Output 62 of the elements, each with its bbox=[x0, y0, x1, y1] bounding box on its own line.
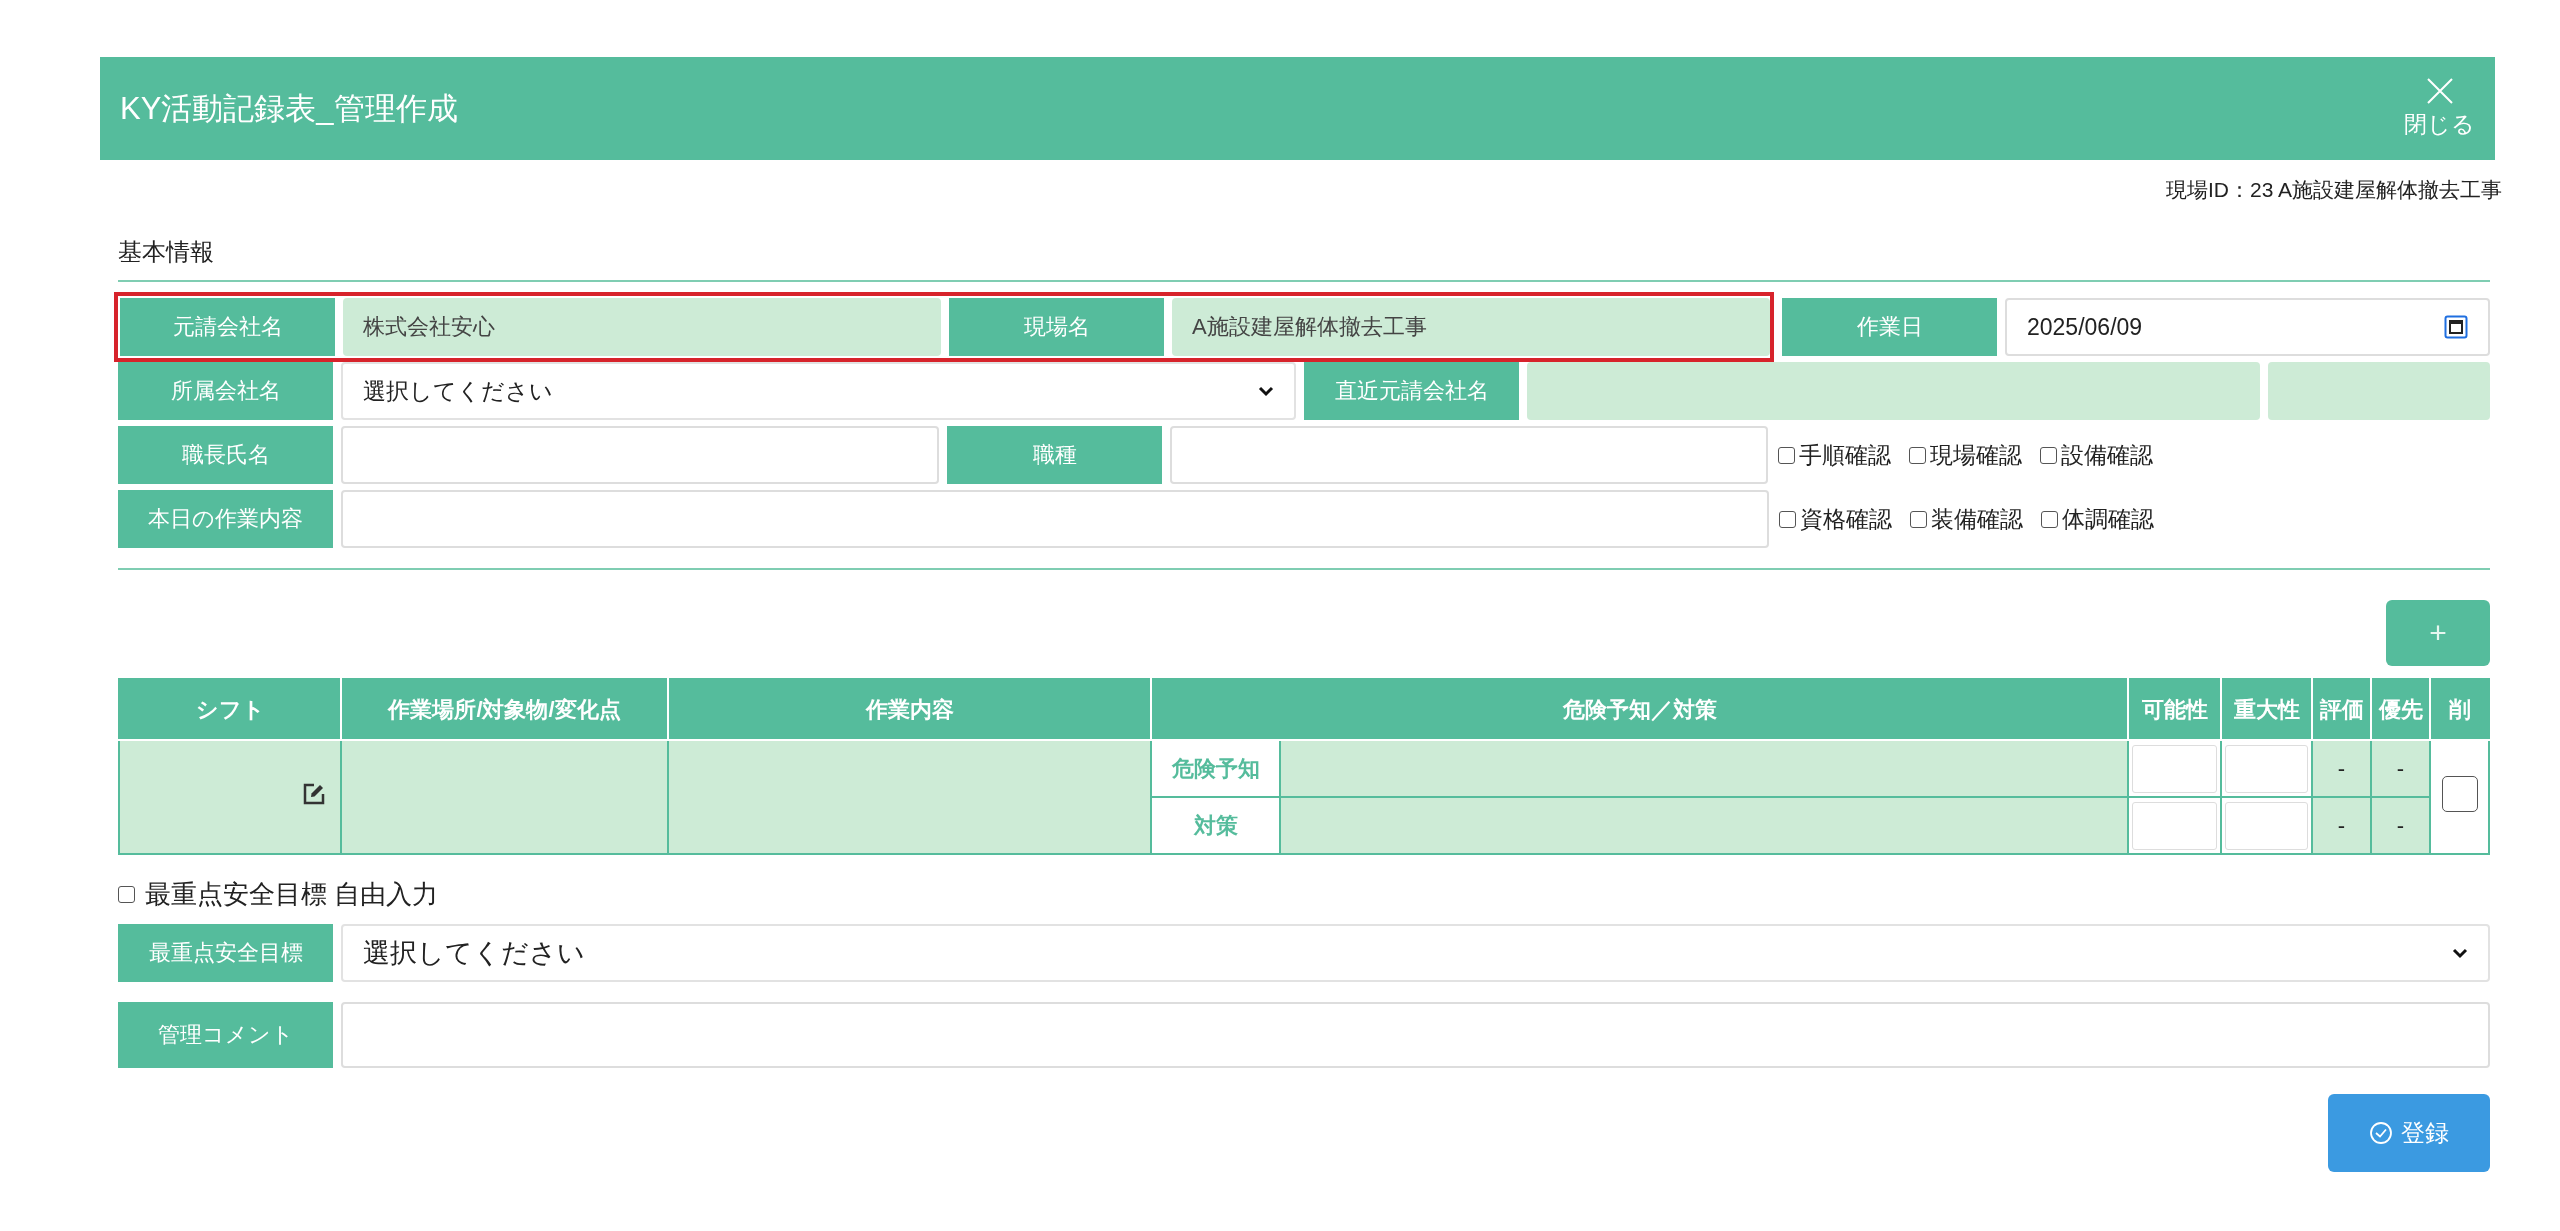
text-field[interactable] bbox=[1170, 426, 1768, 484]
column-header: 危険予知／対策 bbox=[1151, 679, 2128, 740]
field-label: 元請会社名 bbox=[120, 298, 335, 356]
column-header: 削 bbox=[2430, 679, 2489, 740]
input-field[interactable] bbox=[2132, 744, 2217, 793]
column-header: 優先 bbox=[2371, 679, 2430, 740]
check-circle-icon bbox=[2369, 1121, 2393, 1145]
column-header: 作業内容 bbox=[668, 679, 1151, 740]
checkbox-label: 装備確認 bbox=[1931, 504, 2023, 534]
checkbox-label: 現場確認 bbox=[1930, 440, 2022, 470]
column-header: 作業場所/対象物/変化点 bbox=[341, 679, 668, 740]
close-icon bbox=[2425, 77, 2454, 105]
field-label: 管理コメント bbox=[118, 1002, 333, 1068]
input-field[interactable] bbox=[2225, 801, 2308, 850]
checkbox[interactable] bbox=[118, 886, 135, 903]
evaluation-value: - bbox=[2337, 812, 2346, 838]
field-label: 直近元請会社名 bbox=[1304, 362, 1519, 420]
checkbox-label: 最重点安全目標 自由入力 bbox=[145, 878, 439, 911]
checkbox-label: 設備確認 bbox=[2061, 440, 2153, 470]
edit-icon[interactable] bbox=[302, 782, 326, 806]
column-header: 可能性 bbox=[2128, 679, 2221, 740]
checkbox[interactable] bbox=[1910, 510, 1927, 528]
checkbox-label: 手順確認 bbox=[1799, 440, 1891, 470]
field-label: 作業日 bbox=[1782, 298, 1997, 356]
field-label: 職種 bbox=[947, 426, 1162, 484]
readonly-field: 株式会社安心 bbox=[343, 298, 941, 356]
checkbox[interactable] bbox=[1779, 510, 1796, 528]
checkbox[interactable] bbox=[1909, 446, 1926, 464]
priority-value: - bbox=[2396, 812, 2405, 838]
checkbox[interactable] bbox=[2040, 446, 2057, 464]
select-field[interactable]: 選択してください bbox=[341, 362, 1296, 420]
chevron-down-icon bbox=[2452, 947, 2468, 959]
row-label: 対策 bbox=[1151, 797, 1280, 854]
text-field[interactable] bbox=[341, 426, 939, 484]
input-field[interactable] bbox=[2225, 744, 2308, 793]
readonly-field: A施設建屋解体撤去工事 bbox=[1172, 298, 1770, 356]
select-field[interactable]: 選択してください bbox=[341, 924, 2490, 982]
column-header: 評価 bbox=[2312, 679, 2371, 740]
calendar-icon bbox=[2444, 315, 2468, 339]
section-title: 基本情報 bbox=[118, 237, 215, 267]
checkbox-label: 資格確認 bbox=[1800, 504, 1892, 534]
field-label: 最重点安全目標 bbox=[118, 924, 333, 982]
checkbox[interactable] bbox=[2041, 510, 2058, 528]
column-header: 重大性 bbox=[2221, 679, 2312, 740]
chevron-down-icon bbox=[1258, 385, 1274, 397]
row-label: 危険予知 bbox=[1151, 740, 1280, 797]
column-header: シフト bbox=[119, 679, 341, 740]
field-label: 本日の作業内容 bbox=[118, 490, 333, 548]
checkbox[interactable] bbox=[1778, 446, 1795, 464]
input-field[interactable] bbox=[2132, 801, 2217, 850]
site-id-text: 現場ID：23 A施設建屋解体撤去工事 bbox=[2164, 177, 2502, 203]
text-field[interactable] bbox=[341, 490, 1769, 548]
checkbox[interactable] bbox=[2441, 776, 2478, 812]
evaluation-value: - bbox=[2337, 755, 2346, 781]
field-label: 所属会社名 bbox=[118, 362, 333, 420]
text-field[interactable] bbox=[341, 1002, 2490, 1068]
field-label: 職長氏名 bbox=[118, 426, 333, 484]
priority-value: - bbox=[2396, 755, 2405, 781]
date-field[interactable]: 2025/06/09 bbox=[2005, 298, 2490, 356]
checkbox-label: 体調確認 bbox=[2062, 504, 2154, 534]
window-title: KY活動記録表_管理作成 bbox=[120, 89, 458, 128]
field-label: 現場名 bbox=[949, 298, 1164, 356]
